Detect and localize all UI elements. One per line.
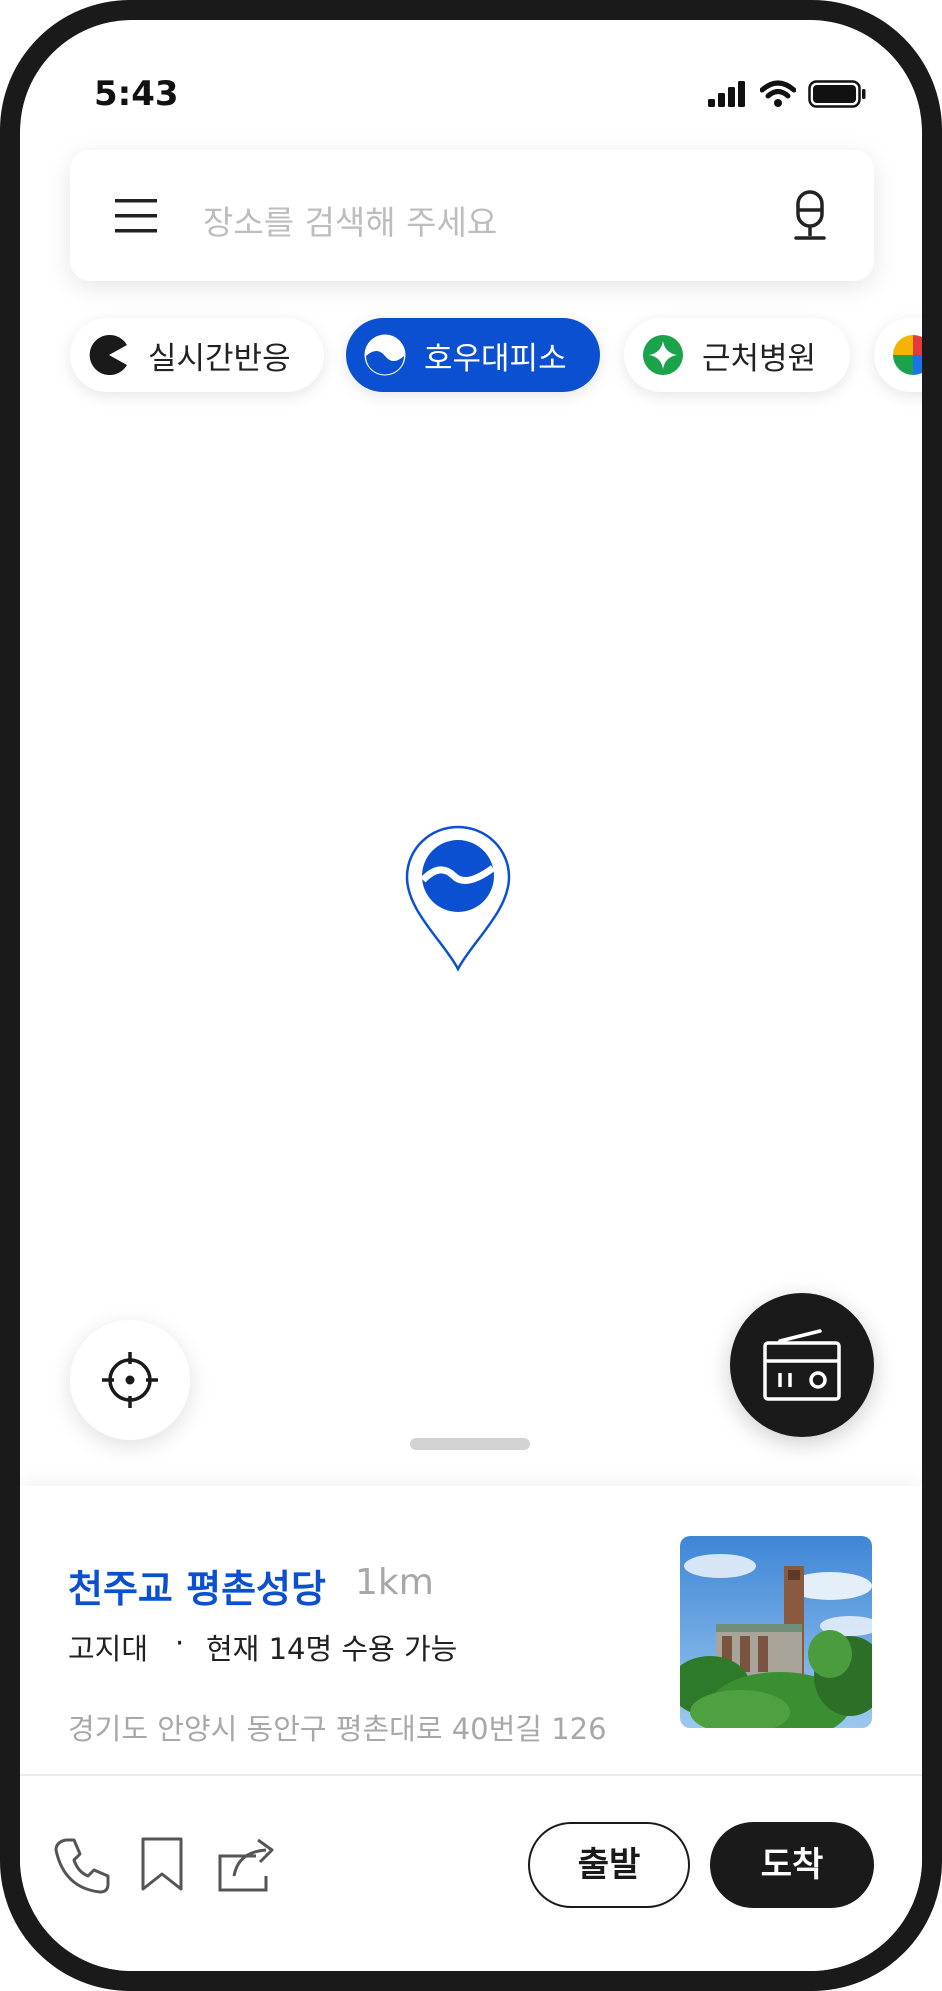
separator-dot: · — [175, 1626, 185, 1660]
arrive-button[interactable]: 도착 — [710, 1822, 874, 1908]
my-location-button[interactable] — [70, 1320, 190, 1440]
place-detail-sheet: 천주교 평촌성당 1km 고지대 · 현재 14명 수용 가능 경기도 안양시 … — [20, 1486, 922, 1971]
chip-realtime[interactable]: 실시간반응 — [70, 318, 324, 392]
depart-button[interactable]: 출발 — [528, 1822, 690, 1908]
multicolor-category-icon — [893, 335, 922, 375]
category-chips: 실시간반응 호우대피소 근처병원 — [70, 318, 922, 392]
search-input[interactable]: 장소를 검색해 주세요 — [203, 196, 497, 244]
shelter-icon — [364, 334, 406, 376]
status-time: 5:43 — [94, 74, 179, 114]
place-distance: 1km — [355, 1562, 434, 1603]
status-icons — [708, 80, 866, 108]
microphone-icon[interactable] — [790, 190, 830, 242]
signal-icon — [708, 81, 745, 107]
radio-icon — [763, 1329, 841, 1401]
chip-more[interactable] — [874, 318, 922, 392]
pacman-icon — [89, 335, 127, 375]
radio-button[interactable] — [730, 1293, 874, 1437]
place-photo[interactable] — [680, 1536, 872, 1728]
chip-shelter[interactable]: 호우대피소 — [346, 318, 600, 392]
chip-label: 근처병원 — [702, 340, 817, 377]
search-bar[interactable]: 장소를 검색해 주세요 — [70, 150, 874, 281]
device-frame: 5:43 장소를 검색해 주세요 실시간반응 호우대피소 근처병원 천주교 평촌… — [0, 0, 942, 1991]
bookmark-icon[interactable] — [140, 1836, 184, 1892]
chip-label: 실시간반응 — [148, 340, 291, 377]
crosshair-icon — [102, 1352, 158, 1408]
place-capacity: 현재 14명 수용 가능 — [206, 1632, 458, 1666]
divider — [20, 1774, 922, 1776]
menu-icon[interactable] — [115, 196, 157, 236]
sheet-drag-handle[interactable] — [410, 1438, 530, 1450]
share-icon[interactable] — [216, 1836, 278, 1892]
phone-icon[interactable] — [52, 1836, 112, 1896]
place-address: 경기도 안양시 동안구 평촌대로 40번길 126 — [68, 1712, 607, 1746]
chip-hospital[interactable]: 근처병원 — [624, 318, 850, 392]
place-name[interactable]: 천주교 평촌성당 — [68, 1558, 326, 1613]
shelter-map-pin[interactable] — [404, 824, 512, 972]
place-tag: 고지대 — [68, 1632, 149, 1666]
app-screen: 5:43 장소를 검색해 주세요 실시간반응 호우대피소 근처병원 천주교 평촌… — [20, 20, 922, 1971]
hospital-icon — [643, 335, 683, 375]
chip-label: 호우대피소 — [424, 340, 567, 377]
wifi-icon — [760, 80, 796, 107]
battery-icon — [808, 80, 866, 108]
